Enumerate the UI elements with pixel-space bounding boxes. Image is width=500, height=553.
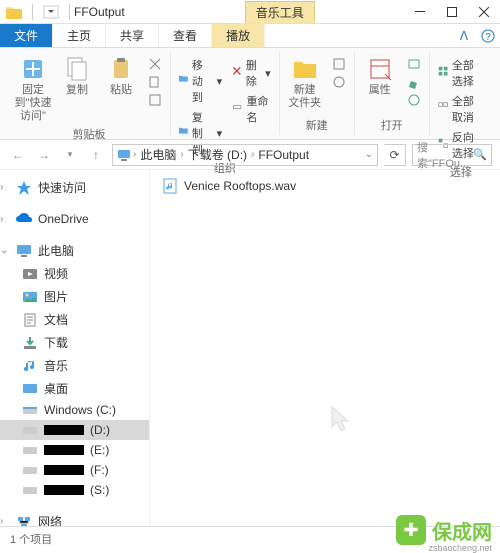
file-name: Venice Rooftops.wav xyxy=(184,179,296,193)
down-caret-icon[interactable] xyxy=(43,5,59,19)
maximize-button[interactable] xyxy=(436,0,468,24)
moveto-button[interactable]: 移动到 ▾ xyxy=(177,56,224,106)
sidebar-onedrive[interactable]: ›OneDrive xyxy=(0,209,149,229)
sidebar-music[interactable]: 音乐 xyxy=(0,354,149,377)
tab-view[interactable]: 查看 xyxy=(159,24,212,47)
sidebar-drive-s[interactable]: (S:) xyxy=(0,480,149,500)
rename-button[interactable]: 重命名 xyxy=(230,92,273,126)
minimize-button[interactable] xyxy=(404,0,436,24)
tab-play[interactable]: 播放 xyxy=(212,24,265,47)
sidebar-downloads[interactable]: 下载 xyxy=(0,331,149,354)
cursor-icon xyxy=(330,405,354,435)
recent-dropdown[interactable]: ▾ xyxy=(60,145,80,165)
sidebar-drive-f[interactable]: (F:) xyxy=(0,460,149,480)
newfolder-button[interactable]: 新建 文件夹 xyxy=(286,56,324,110)
tab-home[interactable]: 主页 xyxy=(53,24,106,47)
up-button[interactable]: ↑ xyxy=(86,145,106,165)
tab-share[interactable]: 共享 xyxy=(106,24,159,47)
help-icon[interactable]: ? xyxy=(476,24,500,47)
crumb-pc[interactable]: 此电脑 xyxy=(138,146,178,163)
newitem-button[interactable] xyxy=(330,56,348,72)
audio-file-icon xyxy=(162,178,178,194)
ribbon-group-clipboard: 固定到"快速访问" 复制 粘贴 剪贴板 xyxy=(8,52,171,135)
sidebar-quickaccess[interactable]: ›快速访问 xyxy=(0,176,149,199)
edit-button[interactable] xyxy=(405,74,423,90)
properties-button[interactable]: 属性 xyxy=(361,56,399,97)
collapse-ribbon-icon[interactable]: ᐱ xyxy=(452,24,476,47)
delete-button[interactable]: 删除 ▾ xyxy=(230,56,273,90)
refresh-button[interactable]: ⟳ xyxy=(384,144,406,166)
copypath-button[interactable] xyxy=(146,74,164,90)
file-list[interactable]: Venice Rooftops.wav xyxy=(150,170,500,526)
paste-button[interactable]: 粘贴 xyxy=(102,56,140,97)
copy-button[interactable]: 复制 xyxy=(58,56,96,97)
open-button[interactable] xyxy=(405,56,423,72)
shield-icon: ✚ xyxy=(396,515,426,545)
tab-file[interactable]: 文件 xyxy=(0,24,53,47)
pc-icon xyxy=(117,149,131,161)
file-item[interactable]: Venice Rooftops.wav xyxy=(162,178,488,194)
search-icon: 🔍 xyxy=(473,148,487,161)
folder-icon xyxy=(6,5,22,19)
contextual-tab-music[interactable]: 音乐工具 xyxy=(245,1,315,23)
history-button[interactable] xyxy=(405,92,423,108)
easyaccess-button[interactable] xyxy=(330,74,348,90)
back-button[interactable]: ← xyxy=(8,145,28,165)
ribbon-group-open: 属性 打开 xyxy=(355,52,430,135)
item-count: 1 个项目 xyxy=(10,531,52,547)
sidebar-pictures[interactable]: 图片 xyxy=(0,285,149,308)
sidebar-drive-d[interactable]: (D:) xyxy=(0,420,149,440)
selectall-button[interactable]: 全部选择 xyxy=(436,56,486,90)
pin-button[interactable]: 固定到"快速访问" xyxy=(14,56,52,124)
ribbon-group-organize: 移动到 ▾ 复制到 ▾ 删除 ▾ 重命名 组织 xyxy=(171,52,280,135)
ribbon-group-new: 新建 文件夹 新建 xyxy=(280,52,355,135)
close-button[interactable] xyxy=(468,0,500,24)
sidebar-documents[interactable]: 文档 xyxy=(0,308,149,331)
address-dropdown-icon[interactable]: ⌄ xyxy=(365,149,373,160)
crumb-folder[interactable]: FFOutput xyxy=(256,148,311,162)
watermark: ✚ 保成网 zsbaocheng.net xyxy=(396,515,492,545)
svg-text:?: ? xyxy=(485,32,491,43)
sidebar-desktop[interactable]: 桌面 xyxy=(0,377,149,400)
sidebar-videos[interactable]: 视频 xyxy=(0,262,149,285)
forward-button[interactable]: → xyxy=(34,145,54,165)
sidebar-thispc[interactable]: ⌄此电脑 xyxy=(0,239,149,262)
sidebar-drive-e[interactable]: (E:) xyxy=(0,440,149,460)
cut-button[interactable] xyxy=(146,56,164,72)
sidebar-drive-c[interactable]: Windows (C:) xyxy=(0,400,149,420)
sidebar-network[interactable]: ›网络 xyxy=(0,510,149,526)
window-title: FFOutput xyxy=(74,5,125,19)
shortcut-button[interactable] xyxy=(146,92,164,108)
address-bar[interactable]: › 此电脑 › 下载卷 (D:) › FFOutput ⌄ xyxy=(112,144,378,166)
search-input[interactable]: 搜索"FFOu... 🔍 xyxy=(412,144,492,166)
crumb-drive[interactable]: 下载卷 (D:) xyxy=(186,146,249,163)
ribbon-group-select: 全部选择 全部取消 反向选择 选择 xyxy=(430,52,492,135)
navigation-tree[interactable]: ›快速访问 ›OneDrive ⌄此电脑 视频 图片 文档 下载 音乐 桌面 W… xyxy=(0,170,150,526)
selectnone-button[interactable]: 全部取消 xyxy=(436,92,486,126)
